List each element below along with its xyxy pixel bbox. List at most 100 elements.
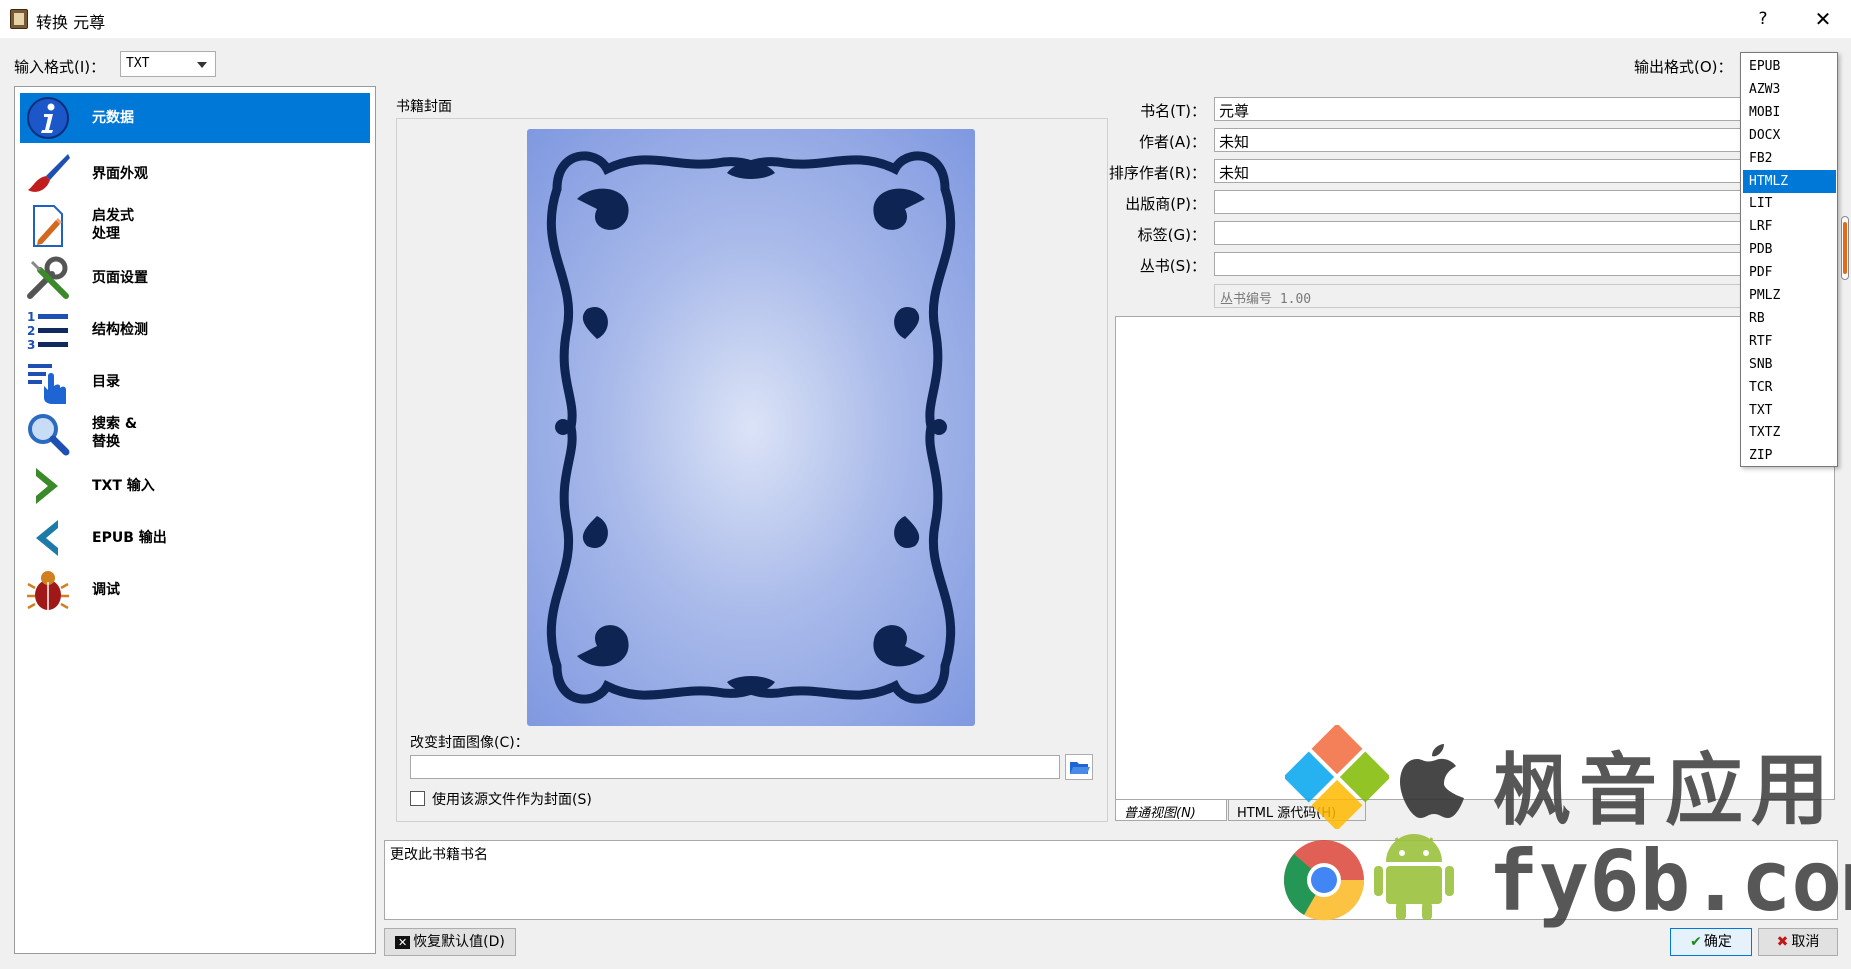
publisher-input[interactable] bbox=[1214, 190, 1744, 214]
sidebar-item-label: 界面外观 bbox=[92, 166, 148, 182]
sidebar-item-look-and-feel[interactable]: 界面外观 bbox=[20, 149, 370, 199]
series-label: 丛书(S)： bbox=[1139, 257, 1206, 275]
android-logo-icon bbox=[1374, 834, 1454, 920]
svg-text:2: 2 bbox=[27, 324, 35, 338]
dropdown-option-epub[interactable]: EPUB bbox=[1743, 55, 1836, 78]
output-format-dropdown[interactable]: EPUB AZW3 MOBI DOCX FB2 HTMLZ LIT LRF PDB PDF PMLZ… bbox=[1740, 52, 1838, 467]
title-label: 书名(T)： bbox=[1140, 102, 1206, 120]
sidebar: 元数据 界面外观 启发式 处理 页面设置 1 2 3 结构检测 目录 搜索 & … bbox=[14, 86, 376, 954]
chevron-right-icon bbox=[36, 468, 58, 504]
app-icon bbox=[10, 9, 28, 29]
change-cover-label: 改变封面图像(C)： bbox=[410, 735, 529, 751]
dropdown-option-rb[interactable]: RB bbox=[1743, 307, 1836, 330]
input-format-label: 输入格式(I)： bbox=[14, 58, 106, 76]
sidebar-item-label: 目录 bbox=[92, 374, 120, 390]
dropdown-option-txt[interactable]: TXT bbox=[1743, 399, 1836, 422]
document-pencil-icon bbox=[33, 205, 63, 247]
cancel-label: 取消 bbox=[1791, 934, 1820, 950]
restore-defaults-label: 恢复默认值(D) bbox=[413, 934, 505, 950]
input-format-value: TXT bbox=[126, 56, 150, 71]
sidebar-item-label: 元数据 bbox=[92, 110, 134, 126]
output-format-label: 输出格式(O)： bbox=[1634, 58, 1733, 76]
series-input[interactable] bbox=[1214, 252, 1744, 276]
svg-text:3: 3 bbox=[27, 338, 35, 352]
close-button[interactable]: ✕ bbox=[1800, 6, 1846, 32]
info-icon bbox=[27, 97, 69, 139]
reset-icon: ✕ bbox=[395, 935, 411, 949]
author-input[interactable]: 未知 bbox=[1214, 128, 1744, 152]
checkmark-icon: ✔ bbox=[1690, 934, 1702, 950]
ok-label: 确定 bbox=[1703, 934, 1732, 950]
author-label: 作者(A)： bbox=[1139, 133, 1206, 151]
tags-label: 标签(G)： bbox=[1137, 226, 1206, 244]
svg-text:1: 1 bbox=[27, 310, 35, 324]
magnifier-icon bbox=[28, 414, 70, 456]
dropdown-option-snb[interactable]: SNB bbox=[1743, 353, 1836, 376]
scrollbar-thumb[interactable] bbox=[1843, 222, 1847, 274]
dropdown-option-zip[interactable]: ZIP bbox=[1743, 444, 1836, 467]
numbered-list-icon: 1 2 3 bbox=[27, 310, 68, 352]
dropdown-option-pdf[interactable]: PDF bbox=[1743, 261, 1836, 284]
dropdown-option-rtf[interactable]: RTF bbox=[1743, 330, 1836, 353]
dropdown-option-lit[interactable]: LIT bbox=[1743, 192, 1836, 215]
sidebar-item-label: 调试 bbox=[92, 582, 120, 598]
browse-cover-button[interactable] bbox=[1065, 754, 1093, 780]
sidebar-item-debug[interactable]: 调试 bbox=[20, 565, 370, 615]
sidebar-item-page-setup[interactable]: 页面设置 bbox=[20, 253, 370, 303]
sidebar-item-epub-output[interactable]: EPUB 输出 bbox=[20, 513, 370, 563]
cover-section-title: 书籍封面 bbox=[396, 99, 452, 115]
wrench-screwdriver-icon bbox=[27, 256, 69, 299]
cancel-button[interactable]: ✖ 取消 bbox=[1758, 928, 1838, 956]
use-source-cover-checkbox[interactable] bbox=[410, 791, 425, 806]
watermark-cn-text: 枫音应用 bbox=[1493, 746, 1838, 836]
chevron-down-icon bbox=[197, 62, 207, 68]
dropdown-option-fb2[interactable]: FB2 bbox=[1743, 147, 1836, 170]
paintbrush-icon bbox=[28, 154, 70, 192]
ornament-frame-icon bbox=[546, 151, 956, 704]
sidebar-item-heuristics[interactable]: 启发式 处理 bbox=[20, 201, 370, 251]
input-format-combo[interactable]: TXT bbox=[120, 51, 216, 77]
cancel-x-icon: ✖ bbox=[1776, 934, 1789, 950]
toc-hand-icon bbox=[28, 364, 66, 404]
sidebar-item-metadata[interactable]: 元数据 bbox=[20, 93, 370, 143]
window-title: 转换 元尊 bbox=[36, 13, 106, 32]
series-number-spinbox[interactable]: 丛书编号 1.00 bbox=[1214, 284, 1744, 308]
chevron-left-icon bbox=[36, 520, 58, 556]
tab-normal-view[interactable]: 普通视图(N) bbox=[1115, 800, 1227, 821]
dropdown-option-pdb[interactable]: PDB bbox=[1743, 238, 1836, 261]
sidebar-item-label: 搜索 & 替换 bbox=[92, 416, 138, 450]
sidebar-item-search-replace[interactable]: 搜索 & 替换 bbox=[20, 409, 370, 459]
dropdown-option-docx[interactable]: DOCX bbox=[1743, 124, 1836, 147]
dropdown-option-htmlz[interactable]: HTMLZ bbox=[1743, 169, 1836, 193]
author-sort-input[interactable]: 未知 bbox=[1214, 159, 1744, 183]
dropdown-option-tcr[interactable]: TCR bbox=[1743, 376, 1836, 399]
tags-input[interactable] bbox=[1214, 221, 1744, 245]
chrome-logo-icon bbox=[1283, 840, 1365, 921]
dropdown-option-txtz[interactable]: TXTZ bbox=[1743, 421, 1836, 444]
dropdown-option-azw3[interactable]: AZW3 bbox=[1743, 78, 1836, 101]
cover-path-input[interactable] bbox=[410, 755, 1060, 779]
dropdown-option-lrf[interactable]: LRF bbox=[1743, 215, 1836, 238]
apple-logo-icon bbox=[1400, 744, 1464, 818]
sidebar-item-txt-input[interactable]: TXT 输入 bbox=[20, 461, 370, 511]
author-sort-label: 排序作者(R)： bbox=[1108, 164, 1206, 182]
dropdown-option-pmlz[interactable]: PMLZ bbox=[1743, 284, 1836, 307]
folder-icon bbox=[1070, 762, 1090, 774]
sidebar-item-structure-detection[interactable]: 1 2 3 结构检测 bbox=[20, 305, 370, 355]
publisher-label: 出版商(P)： bbox=[1125, 195, 1206, 213]
help-button[interactable]: ? bbox=[1740, 6, 1786, 32]
title-input[interactable]: 元尊 bbox=[1214, 97, 1744, 121]
sidebar-item-label: EPUB 输出 bbox=[92, 530, 167, 546]
sidebar-item-label: 页面设置 bbox=[92, 270, 148, 286]
sidebar-item-label: 结构检测 bbox=[92, 322, 148, 338]
bug-icon bbox=[27, 571, 69, 610]
cover-image bbox=[527, 129, 975, 726]
sidebar-item-label: TXT 输入 bbox=[92, 478, 155, 494]
dropdown-option-mobi[interactable]: MOBI bbox=[1743, 101, 1836, 124]
sidebar-item-toc[interactable]: 目录 bbox=[20, 357, 370, 407]
restore-defaults-button[interactable]: ✕ 恢复默认值(D) bbox=[384, 928, 516, 956]
sidebar-item-label: 启发式 处理 bbox=[92, 208, 134, 242]
watermark-en-text: fy6b.com bbox=[1488, 832, 1851, 930]
ok-button[interactable]: ✔ 确定 bbox=[1670, 928, 1752, 956]
help-description-text: 更改此书籍书名 bbox=[390, 847, 488, 863]
